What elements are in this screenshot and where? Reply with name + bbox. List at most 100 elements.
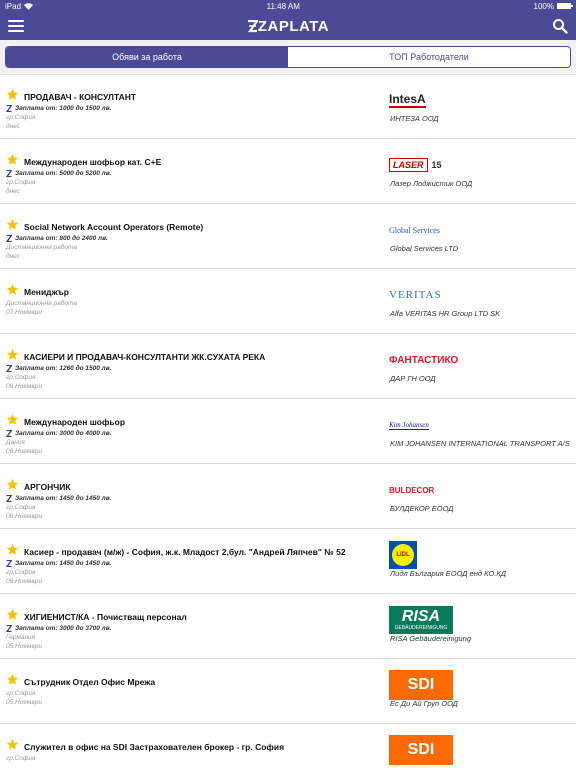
job-list-item[interactable]: Международен шофьор Заплата от: 3000 до 4… [0, 399, 576, 464]
company-logo-text: LIDL [392, 544, 414, 566]
job-location: гр.София [6, 690, 36, 697]
job-title: КАСИЕРИ И ПРОДАВАЧ-КОНСУЛТАНТИ ЖК.СУХАТА… [24, 352, 266, 362]
job-list-item[interactable]: АРГОНЧИК Заплата от: 1450 до 1450 лв. гр.С… [0, 464, 576, 529]
company-logo: BULDECOR [389, 478, 459, 502]
company-logo: SDI [389, 735, 459, 765]
company-name: Ес Ди Ай Груп ООД [390, 699, 458, 708]
job-location: Дистанционна работа [6, 300, 77, 307]
job-location: Дистанционна работа [6, 244, 77, 251]
tab-bar: Обяви за работа ТОП Работодатели [0, 40, 576, 75]
favorite-star-icon[interactable] [6, 218, 19, 231]
job-list-item[interactable]: Сътрудник Отдел Офис Мрежа гр.София 05.Ное… [0, 659, 576, 724]
company-name: Alfa VERITAS HR Group LTD SK [390, 309, 501, 318]
app-logo-text: ZAPLATA [257, 17, 330, 35]
zaplata-z-icon [247, 19, 258, 32]
job-location: гр.София [6, 755, 36, 762]
salary-text: Заплата от: 5000 до 5200 лв. [15, 170, 112, 177]
job-date: днес [6, 188, 20, 195]
zaplata-z-icon [5, 364, 13, 373]
company-name: Лазер Лоджистик ООД [390, 179, 473, 188]
favorite-star-icon[interactable] [6, 153, 19, 166]
app-logo: ZAPLATA [247, 18, 329, 35]
job-meta: гр.София 05.Ноември [6, 689, 42, 707]
job-list-item[interactable]: Мениджър Дистанционна работа 07.Ноември VER… [0, 269, 576, 334]
favorite-star-icon[interactable] [6, 348, 19, 361]
salary-line: Заплата от: 1000 до 1500 лв. [5, 104, 112, 113]
company-logo-text: ФАНТАСТИКО [389, 354, 459, 366]
company-logo-text: RISA [401, 608, 441, 625]
job-location: гр.София [6, 569, 36, 576]
job-title: Международен шофьор кат. C+E [24, 157, 162, 167]
salary-line: Заплата от: 3000 до 4000 лв. [5, 429, 111, 438]
job-meta: Заплата от: 1000 до 1500 лв. гр.София днес [5, 104, 112, 131]
salary-line: Заплата от: 1260 до 1500 лв. [5, 364, 112, 373]
company-logo: VERITAS [389, 283, 459, 307]
segmented-control: Обяви за работа ТОП Работодатели [5, 46, 571, 68]
job-title: ХИГИЕНИСТ/КА - Почистващ персонал [24, 612, 187, 622]
favorite-star-icon[interactable] [6, 543, 19, 556]
company-name: KIM JOHANSEN INTERNATIONAL TRANSPORT A/S [390, 439, 570, 448]
favorite-star-icon[interactable] [6, 88, 19, 101]
salary-text: Заплата от: 1260 до 1500 лв. [15, 365, 112, 372]
company-logo-text: BULDECOR [389, 485, 435, 495]
salary-line: Заплата от: 1450 до 1450 лв. [5, 494, 111, 503]
favorite-star-icon[interactable] [6, 673, 19, 686]
job-list-item[interactable]: Касиер - продавач (м/ж) - София, ж.к. Мл… [0, 529, 576, 594]
job-meta: Заплата от: 800 до 2400 лв. Дистанционна … [5, 234, 108, 261]
job-date: 06.Ноември [6, 578, 42, 585]
job-location: гр.София [6, 374, 36, 381]
job-meta: Заплата от: 3000 до 3700 лв. Германия 05.Н… [5, 624, 112, 651]
job-meta: гр.София [6, 754, 35, 763]
job-date: 05.Ноември [6, 699, 42, 706]
favorite-star-icon[interactable] [6, 283, 19, 296]
favorite-star-icon[interactable] [6, 413, 19, 426]
nav-bar: ZAPLATA [0, 12, 576, 40]
company-logo-text: 15 [431, 160, 442, 170]
job-date: днес [6, 253, 20, 260]
company-logo: SDI [389, 670, 459, 700]
salary-line: Заплата от: 800 до 2400 лв. [5, 234, 108, 243]
company-name: Global Services LTD [390, 244, 459, 253]
zaplata-z-icon [5, 169, 13, 178]
favorite-star-icon[interactable] [6, 478, 19, 491]
job-list-item[interactable]: Международен шофьор кат. C+E Заплата от: … [0, 139, 576, 204]
tab-top-employers[interactable]: ТОП Работодатели [288, 47, 570, 67]
salary-text: Заплата от: 1000 до 1500 лв. [15, 105, 112, 112]
battery-percent: 100% [533, 1, 554, 11]
job-list-item[interactable]: ХИГИЕНИСТ/КА - Почистващ персонал Заплата… [0, 594, 576, 659]
job-meta: Заплата от: 1260 до 1500 лв. гр.София 06.Н… [5, 364, 112, 391]
job-date: 06.Ноември [6, 448, 42, 455]
company-name: ИНТЕЗА ООД [390, 114, 439, 123]
job-title: Сътрудник Отдел Офис Мрежа [24, 677, 156, 687]
job-meta: Заплата от: 1450 до 1450 лв. гр.София 06.Н… [5, 494, 111, 521]
salary-line: Заплата от: 5000 до 5200 лв. [5, 169, 112, 178]
company-name: ДАР ГН ООД [390, 374, 436, 383]
zaplata-z-icon [5, 234, 13, 243]
carrier-label: iPad [5, 1, 22, 11]
job-date: днес [6, 123, 20, 130]
job-list-item[interactable]: Social Network Account Operators (Remote… [0, 204, 576, 269]
job-location: Дания [6, 439, 25, 446]
job-list-item[interactable]: ПРОДАВАЧ - КОНСУЛТАНТ Заплата от: 1000 до… [0, 74, 576, 139]
salary-text: Заплата от: 3000 до 3700 лв. [15, 625, 112, 632]
job-list-item[interactable]: Служител в офис на SDI Застрахователен б… [0, 724, 576, 768]
zaplata-z-icon [5, 104, 13, 113]
job-date: 05.Ноември [6, 643, 42, 650]
job-meta: Дистанционна работа 07.Ноември [6, 299, 77, 317]
search-icon[interactable] [552, 18, 568, 34]
job-date: 07.Ноември [6, 309, 42, 316]
salary-text: Заплата от: 1450 до 1450 лв. [15, 560, 112, 567]
salary-text: Заплата от: 800 до 2400 лв. [15, 235, 108, 242]
company-logo-text: Kim Johansen [389, 420, 429, 430]
company-logo: Kim Johansen [389, 413, 459, 437]
job-title: ПРОДАВАЧ - КОНСУЛТАНТ [24, 92, 137, 102]
favorite-star-icon[interactable] [6, 608, 19, 621]
job-list-item[interactable]: КАСИЕРИ И ПРОДАВАЧ-КОНСУЛТАНТИ ЖК.СУХАТА… [0, 334, 576, 399]
clock: 11:48 AM [266, 1, 300, 11]
salary-line: Заплата от: 1450 до 1450 лв. [5, 559, 112, 568]
favorite-star-icon[interactable] [6, 738, 19, 751]
job-meta: Заплата от: 3000 до 4000 лв. Дания 06.Ноем… [5, 429, 111, 456]
company-logo-text: IntesA [389, 92, 426, 108]
hamburger-menu-icon[interactable] [8, 20, 24, 32]
tab-job-listings[interactable]: Обяви за работа [6, 47, 288, 67]
